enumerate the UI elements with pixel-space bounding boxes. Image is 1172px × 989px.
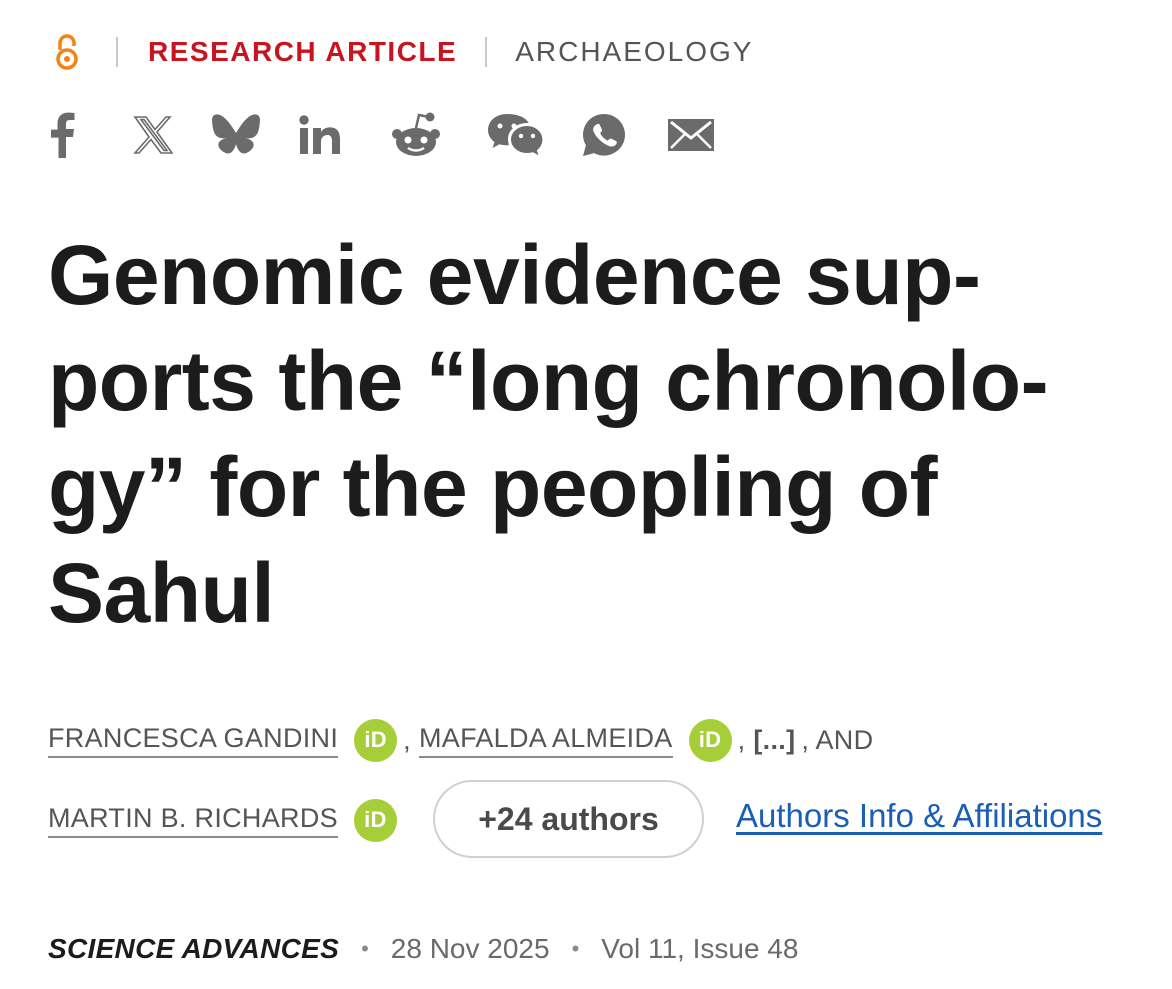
title-line: ports the “long chronolo-: [48, 334, 1049, 428]
title-line: Genomic evidence sup-: [48, 228, 981, 322]
orcid-icon[interactable]: iD: [354, 718, 398, 762]
more-authors-button[interactable]: +24 authors: [433, 780, 704, 858]
bluesky-icon[interactable]: [211, 105, 261, 165]
author-list: FRANCESCA GANDINI iD , MAFALDA ALMEIDA i…: [48, 715, 873, 765]
subject-label[interactable]: ARCHAEOLOGY: [515, 36, 753, 68]
orcid-icon[interactable]: iD: [688, 718, 732, 762]
expand-authors-ellipsis[interactable]: [...]: [753, 725, 795, 756]
author-list: MARTIN B. RICHARDS iD: [48, 795, 397, 845]
author-separator: ,: [737, 724, 746, 755]
authors-affiliations-link[interactable]: Authors Info & Affiliations: [736, 797, 1102, 835]
publication-info: SCIENCE ADVANCES • 28 Nov 2025 • Vol 11,…: [48, 928, 798, 970]
reddit-icon[interactable]: [391, 105, 441, 165]
x-icon[interactable]: [132, 105, 174, 165]
journal-name[interactable]: SCIENCE ADVANCES: [48, 933, 339, 965]
open-access-icon: [52, 32, 82, 72]
author-conjunction: , AND: [801, 724, 874, 755]
author-name[interactable]: FRANCESCA GANDINI: [48, 723, 339, 758]
title-line: Sahul: [48, 546, 275, 640]
article-header: RESEARCH ARTICLE ARCHAEOLOGY Genomic evi…: [0, 0, 1172, 989]
author-name[interactable]: MAFALDA ALMEIDA: [418, 723, 673, 758]
whatsapp-icon[interactable]: [581, 105, 627, 165]
orcid-icon[interactable]: iD: [353, 798, 397, 842]
linkedin-icon[interactable]: [299, 105, 341, 165]
article-meta-bar: RESEARCH ARTICLE ARCHAEOLOGY: [52, 30, 753, 74]
title-line: gy” for the peopling of: [48, 440, 938, 534]
publication-date: 28 Nov 2025: [390, 933, 550, 964]
separator-dot: •: [571, 936, 580, 961]
article-type-label[interactable]: RESEARCH ARTICLE: [148, 36, 457, 68]
author-name[interactable]: MARTIN B. RICHARDS: [48, 803, 338, 838]
article-title: Genomic evidence sup- ports the “long ch…: [48, 222, 1108, 646]
facebook-icon[interactable]: [44, 105, 80, 165]
divider: [116, 37, 118, 67]
email-icon[interactable]: [667, 105, 715, 165]
volume-issue[interactable]: Vol 11, Issue 48: [601, 933, 798, 965]
divider: [485, 37, 488, 67]
separator-dot: •: [361, 936, 369, 961]
author-separator: ,: [403, 724, 411, 755]
wechat-icon[interactable]: [487, 105, 543, 165]
share-toolbar: [44, 105, 715, 165]
